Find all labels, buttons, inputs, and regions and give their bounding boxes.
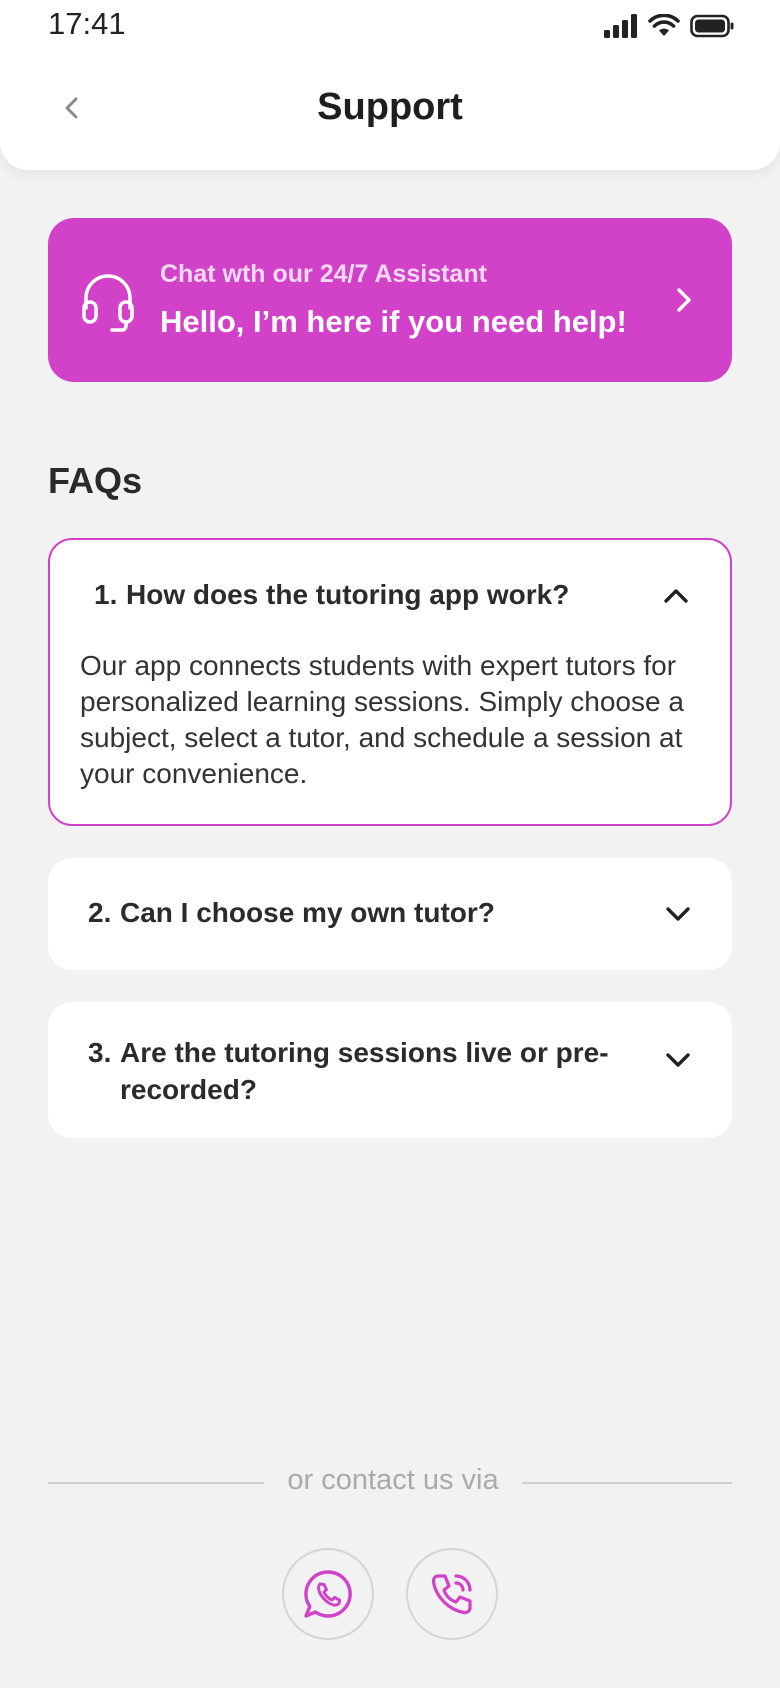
divider-right [522, 1482, 732, 1484]
faq-collapse-toggle[interactable] [658, 578, 694, 614]
whatsapp-button[interactable] [282, 1548, 374, 1640]
faq-question-text: How does the tutoring app work? [126, 579, 570, 610]
faq-question-text: Are the tutoring sessions live or pre-re… [120, 1037, 609, 1105]
faq-question: 1. How does the tutoring app work? [94, 576, 634, 613]
assistant-chat-banner[interactable]: Chat wth our 24/7 Assistant Hello, I’m h… [48, 218, 732, 382]
divider-left [48, 1482, 264, 1484]
header: 17:41 Support [0, 0, 780, 170]
status-icons [604, 14, 734, 38]
faq-answer: Our app connects students with expert tu… [80, 650, 684, 789]
faq-item-2[interactable]: 2. Can I choose my own tutor? [48, 858, 732, 970]
assistant-title: Hello, I’m here if you need help! [160, 304, 627, 339]
whatsapp-icon [304, 1570, 352, 1618]
faq-number: 3. [88, 1037, 112, 1068]
page-title: Support [317, 86, 463, 128]
wifi-icon [648, 14, 680, 36]
faq-question: 2. Can I choose my own tutor? [88, 894, 628, 931]
chevron-right-icon [677, 288, 691, 312]
phone-call-button[interactable] [406, 1548, 498, 1640]
signal-icon [604, 14, 637, 38]
headset-icon [82, 274, 134, 332]
phone-call-icon [431, 1574, 472, 1615]
faq-expand-toggle[interactable] [660, 896, 696, 932]
faq-number: 1. [94, 579, 118, 610]
support-screen: 17:41 Support Chat wth our 24/7 Assistan… [0, 0, 780, 1688]
chevron-down-icon [666, 907, 690, 921]
faq-item-3[interactable]: 3. Are the tutoring sessions live or pre… [48, 1002, 732, 1138]
battery-icon [690, 14, 734, 38]
faq-number: 2. [88, 897, 112, 928]
chevron-up-icon [664, 589, 688, 603]
faq-item-1[interactable]: 1. How does the tutoring app work? Our a… [48, 538, 732, 826]
faq-question: 3. Are the tutoring sessions live or pre… [88, 1034, 628, 1108]
faq-question-text: Can I choose my own tutor? [120, 897, 495, 928]
status-time: 17:41 [48, 6, 126, 41]
faq-expand-toggle[interactable] [660, 1042, 696, 1078]
faq-heading: FAQs [48, 460, 143, 501]
chevron-down-icon [666, 1053, 690, 1067]
contact-label: or contact us via [287, 1464, 499, 1496]
assistant-subtitle: Chat wth our 24/7 Assistant [160, 260, 487, 288]
